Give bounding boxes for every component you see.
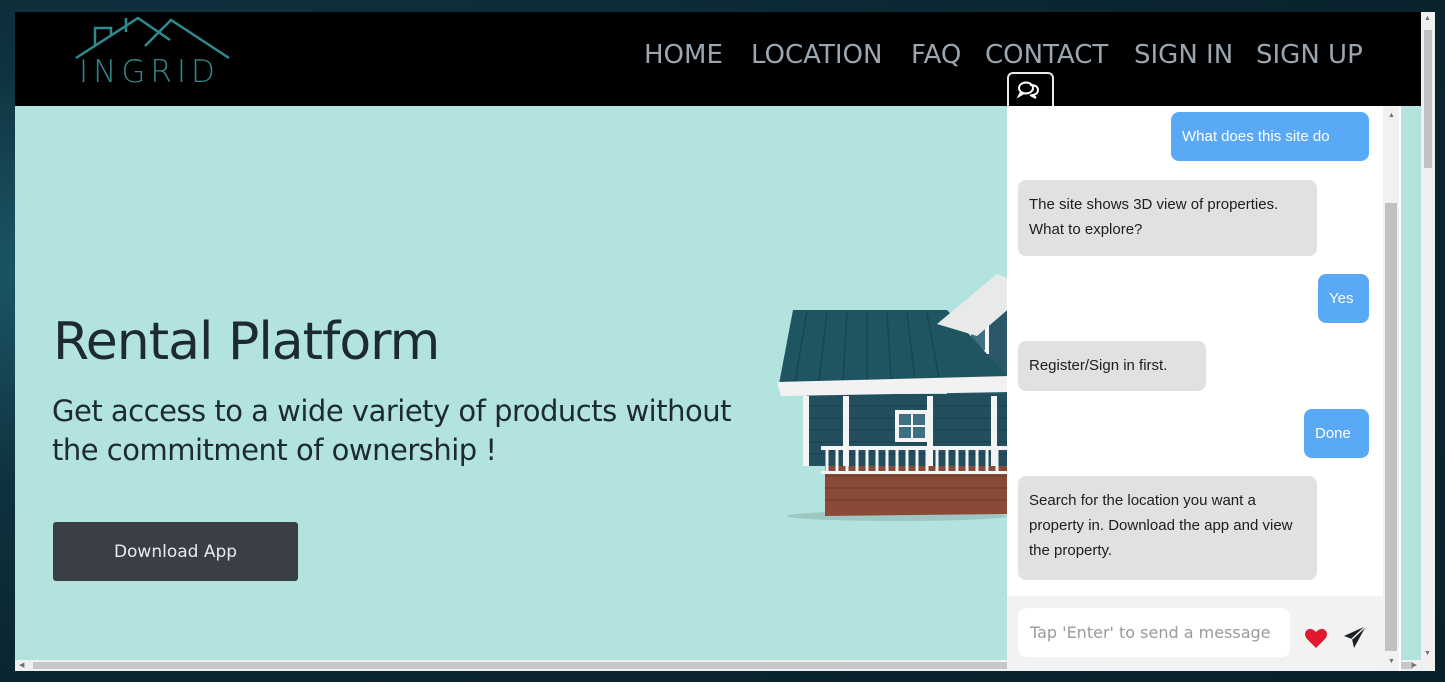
chat-message-bot: Register/Sign in first. bbox=[1018, 341, 1206, 391]
chat-scrollbar[interactable]: ▲ ▼ bbox=[1383, 106, 1399, 671]
nav-sign-in[interactable]: SIGN IN bbox=[1134, 40, 1233, 70]
chat-message-list: What does this site do The site shows 3D… bbox=[1007, 106, 1383, 596]
nav-contact[interactable]: CONTACT bbox=[985, 40, 1108, 70]
scroll-up-arrow-icon[interactable]: ▲ bbox=[1424, 15, 1431, 22]
nav-faq[interactable]: FAQ bbox=[911, 40, 961, 70]
hero-subtitle: Get access to a wide variety of products… bbox=[52, 394, 731, 467]
chat-bubbles-icon bbox=[1016, 81, 1040, 99]
chat-message-user: Done bbox=[1304, 409, 1369, 458]
chat-input-bar bbox=[1007, 596, 1383, 671]
scroll-right-arrow-icon[interactable]: ▶ bbox=[1412, 662, 1417, 669]
page-vertical-scrollbar[interactable]: ▲ ▼ bbox=[1421, 12, 1435, 671]
hero-title: Rental Platform bbox=[53, 312, 440, 372]
chat-scroll-down-icon[interactable]: ▼ bbox=[1388, 658, 1395, 665]
scroll-down-arrow-icon[interactable]: ▼ bbox=[1424, 650, 1431, 657]
nav-location[interactable]: LOCATION bbox=[751, 40, 882, 70]
send-icon[interactable] bbox=[1342, 624, 1368, 650]
chat-scroll-up-icon[interactable]: ▲ bbox=[1388, 112, 1395, 119]
page-scroll-thumb[interactable] bbox=[1424, 30, 1432, 168]
nav-home[interactable]: HOME bbox=[644, 40, 723, 70]
chat-message-bot: The site shows 3D view of properties. Wh… bbox=[1018, 180, 1317, 256]
scroll-left-arrow-icon[interactable]: ◀ bbox=[19, 662, 24, 669]
chat-message-input[interactable] bbox=[1018, 608, 1290, 657]
chat-message-user: Yes bbox=[1318, 274, 1369, 323]
download-app-button[interactable]: Download App bbox=[53, 522, 298, 581]
browser-viewport: INGRID HOME LOCATION FAQ CONTACT SIGN IN… bbox=[15, 12, 1435, 671]
chat-scroll-thumb[interactable] bbox=[1385, 203, 1397, 651]
house-illustration bbox=[777, 274, 1033, 521]
chat-message-user: What does this site do bbox=[1171, 112, 1369, 161]
logo-text: INGRID bbox=[79, 54, 220, 90]
heart-icon[interactable] bbox=[1304, 627, 1328, 649]
nav-sign-up[interactable]: SIGN UP bbox=[1256, 40, 1363, 70]
chat-message-bot: Search for the location you want a prope… bbox=[1018, 476, 1317, 580]
navbar: INGRID HOME LOCATION FAQ CONTACT SIGN IN… bbox=[15, 12, 1435, 106]
chat-toggle-button[interactable] bbox=[1007, 72, 1054, 108]
chat-panel: What does this site do The site shows 3D… bbox=[1007, 106, 1401, 671]
